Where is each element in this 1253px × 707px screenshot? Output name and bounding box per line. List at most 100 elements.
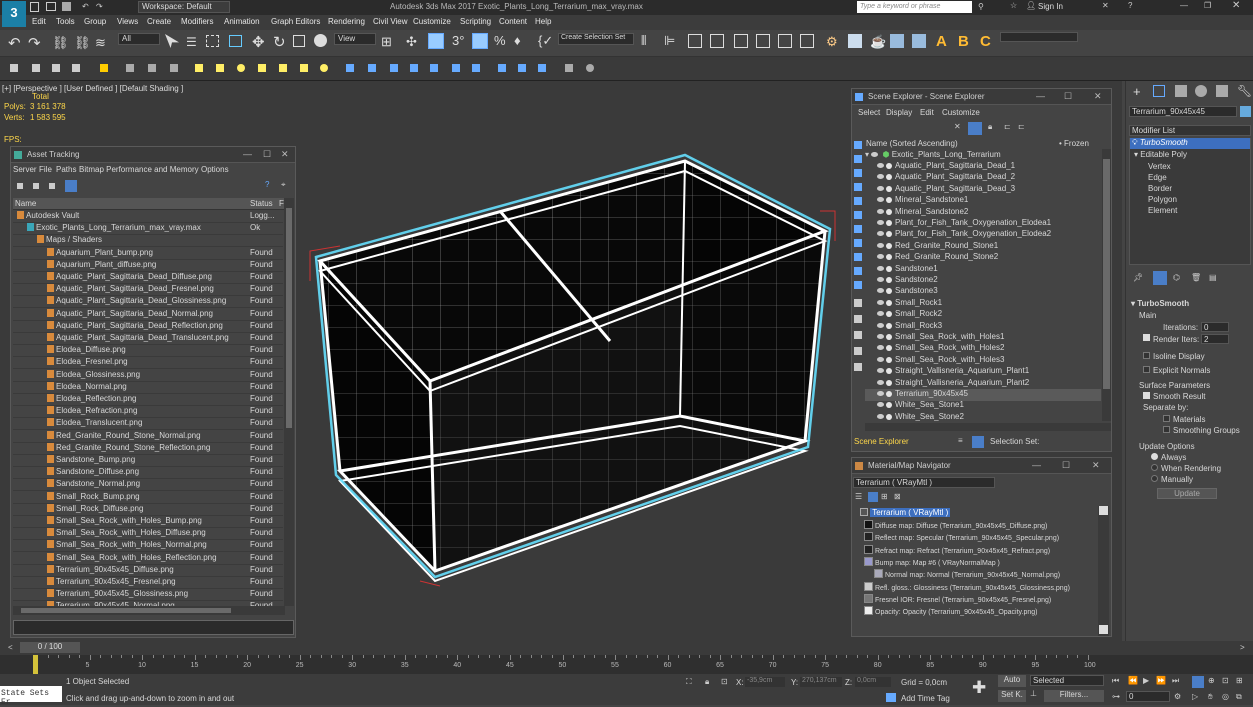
asset-row[interactable]: Aquatic_Plant_Sagittaria_Dead_Glossiness…	[13, 296, 283, 309]
help-icon[interactable]: ?	[265, 180, 269, 189]
asset-row[interactable]: Aquatic_Plant_Sagittaria_Dead_Normal.png…	[13, 308, 283, 321]
minimize-button[interactable]: —	[1036, 91, 1045, 101]
menu-edit[interactable]: Edit	[920, 108, 934, 117]
z-coordinate-field[interactable]: 0,0cm	[855, 677, 891, 687]
asset-row[interactable]: Aquatic_Plant_Sagittaria_Dead_Fresnel.pn…	[13, 284, 283, 297]
clear-filter-icon[interactable]: ✕	[954, 122, 961, 131]
pivot-icon[interactable]: ⊞	[381, 34, 392, 50]
scene-object-row[interactable]: White_Sea_Stone2	[865, 412, 1101, 423]
stack-edge[interactable]: Edge	[1148, 173, 1167, 182]
maximize-viewport-icon[interactable]: ⧉	[1236, 692, 1242, 702]
render-production-icon[interactable]: ☕	[870, 34, 886, 50]
toggle-layer-explorer-icon[interactable]	[710, 34, 724, 48]
open-file-icon[interactable]	[46, 2, 56, 11]
zoom-extents-icon[interactable]: ⊡	[1222, 676, 1229, 685]
menu-paths[interactable]: Paths	[56, 165, 76, 174]
asset-row[interactable]: Red_Granite_Round_Stone_Reflection.png Fo…	[13, 442, 283, 455]
asset-vscroll-thumb[interactable]	[286, 208, 292, 428]
side-tool-11-icon[interactable]	[854, 281, 862, 289]
pan-icon[interactable]: ✋︎	[1208, 692, 1213, 702]
menu-tools[interactable]: Tools	[56, 17, 75, 26]
asset-row[interactable]: Sandstone_Normal.png Found	[13, 479, 283, 492]
material-map-row[interactable]: Opacity: Opacity (Terrarium_90x45x45_Opa…	[864, 606, 1098, 618]
asset-row[interactable]: Red_Granite_Round_Stone_Normal.png Found	[13, 430, 283, 443]
visibility-icon[interactable]	[877, 277, 884, 282]
asset-hscroll[interactable]	[13, 606, 285, 615]
viewport-label[interactable]: [+] [Perspective ] [User Defined ] [Defa…	[2, 84, 183, 93]
star-icon[interactable]: ☆	[1010, 1, 1017, 10]
asset-row[interactable]: Elodea_Reflection.png Found	[13, 394, 283, 406]
rendered-frame-icon[interactable]	[848, 34, 862, 48]
user-icon[interactable]: 👤︎	[1026, 1, 1036, 10]
bind-spacewarp-icon[interactable]: ≋	[95, 35, 106, 51]
asset-path-field[interactable]	[13, 620, 294, 635]
next-frame-icon[interactable]: ⏩	[1156, 676, 1166, 685]
asset-row[interactable]: Aquarium_Plant_bump.png Found	[13, 247, 283, 260]
place-icon[interactable]	[314, 34, 327, 47]
fov-icon[interactable]: ▷	[1192, 692, 1198, 701]
play-icon[interactable]: ▶	[1143, 676, 1149, 685]
redo-icon[interactable]: ↷	[96, 2, 103, 11]
window-crossing-icon[interactable]	[229, 35, 242, 47]
ribbon-tool-16-icon[interactable]	[346, 64, 354, 72]
time-cursor[interactable]	[33, 655, 38, 674]
keyboard-shortcut-icon[interactable]	[428, 33, 444, 49]
scene-object-row[interactable]: Mineral_Sandstone1	[865, 195, 1101, 207]
redo-icon[interactable]: ↷	[28, 34, 41, 52]
scroll-down-icon[interactable]	[1099, 625, 1108, 634]
asset-row[interactable]: Small_Sea_Rock_with_Holes_Bump.png Found	[13, 516, 283, 528]
ribbon-tool-19-icon[interactable]	[410, 64, 418, 72]
maximize-button[interactable]: ☐	[1064, 91, 1072, 102]
restore-button[interactable]: ❐	[1204, 1, 1211, 10]
ribbon-tool-14-icon[interactable]	[300, 64, 308, 72]
menu-file[interactable]: File	[39, 165, 52, 174]
ribbon-tool-1-icon[interactable]	[10, 64, 18, 72]
asset-row[interactable]: Elodea_Translucent.png Found	[13, 418, 283, 431]
material-map-row[interactable]: Bump map: Map #6 ( VRayNormalMap )	[864, 556, 1098, 569]
scene-object-row[interactable]: Aquatic_Plant_Sagittaria_Dead_1	[865, 161, 1101, 173]
col-name-sorted[interactable]: Name (Sorted Ascending)	[866, 139, 958, 148]
zoom-extents-all-icon[interactable]: ⊞	[1236, 676, 1243, 685]
menu-group[interactable]: Group	[84, 17, 106, 26]
material-map-row[interactable]: Fresnel IOR: Fresnel (Terrarium_90x45x45…	[864, 593, 1098, 606]
side-tool-4-icon[interactable]	[854, 183, 862, 191]
scene-object-row[interactable]: Plant_for_Fish_Tank_Oxygenation_Elodea1	[865, 218, 1101, 230]
visibility-icon[interactable]	[877, 368, 884, 374]
side-tool-2-icon[interactable]	[854, 155, 862, 163]
menu-help[interactable]: Help	[535, 17, 551, 26]
utilities-tab-icon[interactable]: 🔧︎	[1237, 84, 1252, 98]
lock-icon[interactable]: 🔒︎	[988, 122, 992, 132]
menu-display[interactable]: Display	[886, 108, 912, 117]
list-icons-view-icon[interactable]	[868, 492, 878, 502]
ribbon-tool-13-icon[interactable]	[279, 64, 287, 72]
asset-row[interactable]: Exotic_Plants_Long_Terrarium_max_vray.ma…	[13, 223, 283, 236]
server-icon[interactable]	[17, 183, 23, 189]
isolate-icon[interactable]: ⛶	[686, 677, 692, 687]
remove-modifier-icon[interactable]: 🗑︎	[1191, 273, 1201, 282]
ribbon-tool-15-icon[interactable]	[320, 64, 328, 72]
stack-vertex[interactable]: Vertex	[1148, 162, 1171, 171]
mirror-icon[interactable]: ⫴	[641, 33, 646, 49]
help-icon[interactable]: ?	[1128, 1, 1132, 10]
vray-b-icon[interactable]: B	[958, 33, 969, 50]
layers-toggle-icon[interactable]: ≡	[958, 436, 963, 445]
vray-c-icon[interactable]: C	[980, 33, 991, 50]
menu-animation[interactable]: Animation	[224, 17, 260, 26]
select-manipulate-icon[interactable]: ✣	[406, 34, 417, 50]
checkbox-icon[interactable]	[1143, 352, 1150, 359]
hierarchy-icon[interactable]: ⊏	[1004, 122, 1011, 131]
goto-start-icon[interactable]: ⏮	[1112, 676, 1119, 686]
prev-frame-icon[interactable]: ⏪	[1128, 676, 1138, 685]
scene-object-row[interactable]: Straight_Vallisneria_Aquarium_Plant1	[865, 366, 1101, 378]
scene-object-row[interactable]: Red_Granite_Round_Stone1	[865, 241, 1101, 253]
absolute-mode-icon[interactable]: ⊡	[721, 677, 728, 686]
menu-create[interactable]: Create	[147, 17, 171, 26]
side-tool-3-icon[interactable]	[854, 169, 862, 177]
visibility-icon[interactable]	[877, 288, 884, 294]
key-filter-icon[interactable]: ⊥	[1030, 689, 1037, 698]
reference-coord-dropdown[interactable]: View	[334, 33, 376, 45]
ribbon-tool-18-icon[interactable]	[390, 64, 398, 72]
close-button[interactable]: ✕	[1094, 91, 1102, 102]
scene-object-row[interactable]: Sandstone2	[865, 275, 1101, 287]
minimize-button[interactable]: —	[1180, 1, 1188, 10]
